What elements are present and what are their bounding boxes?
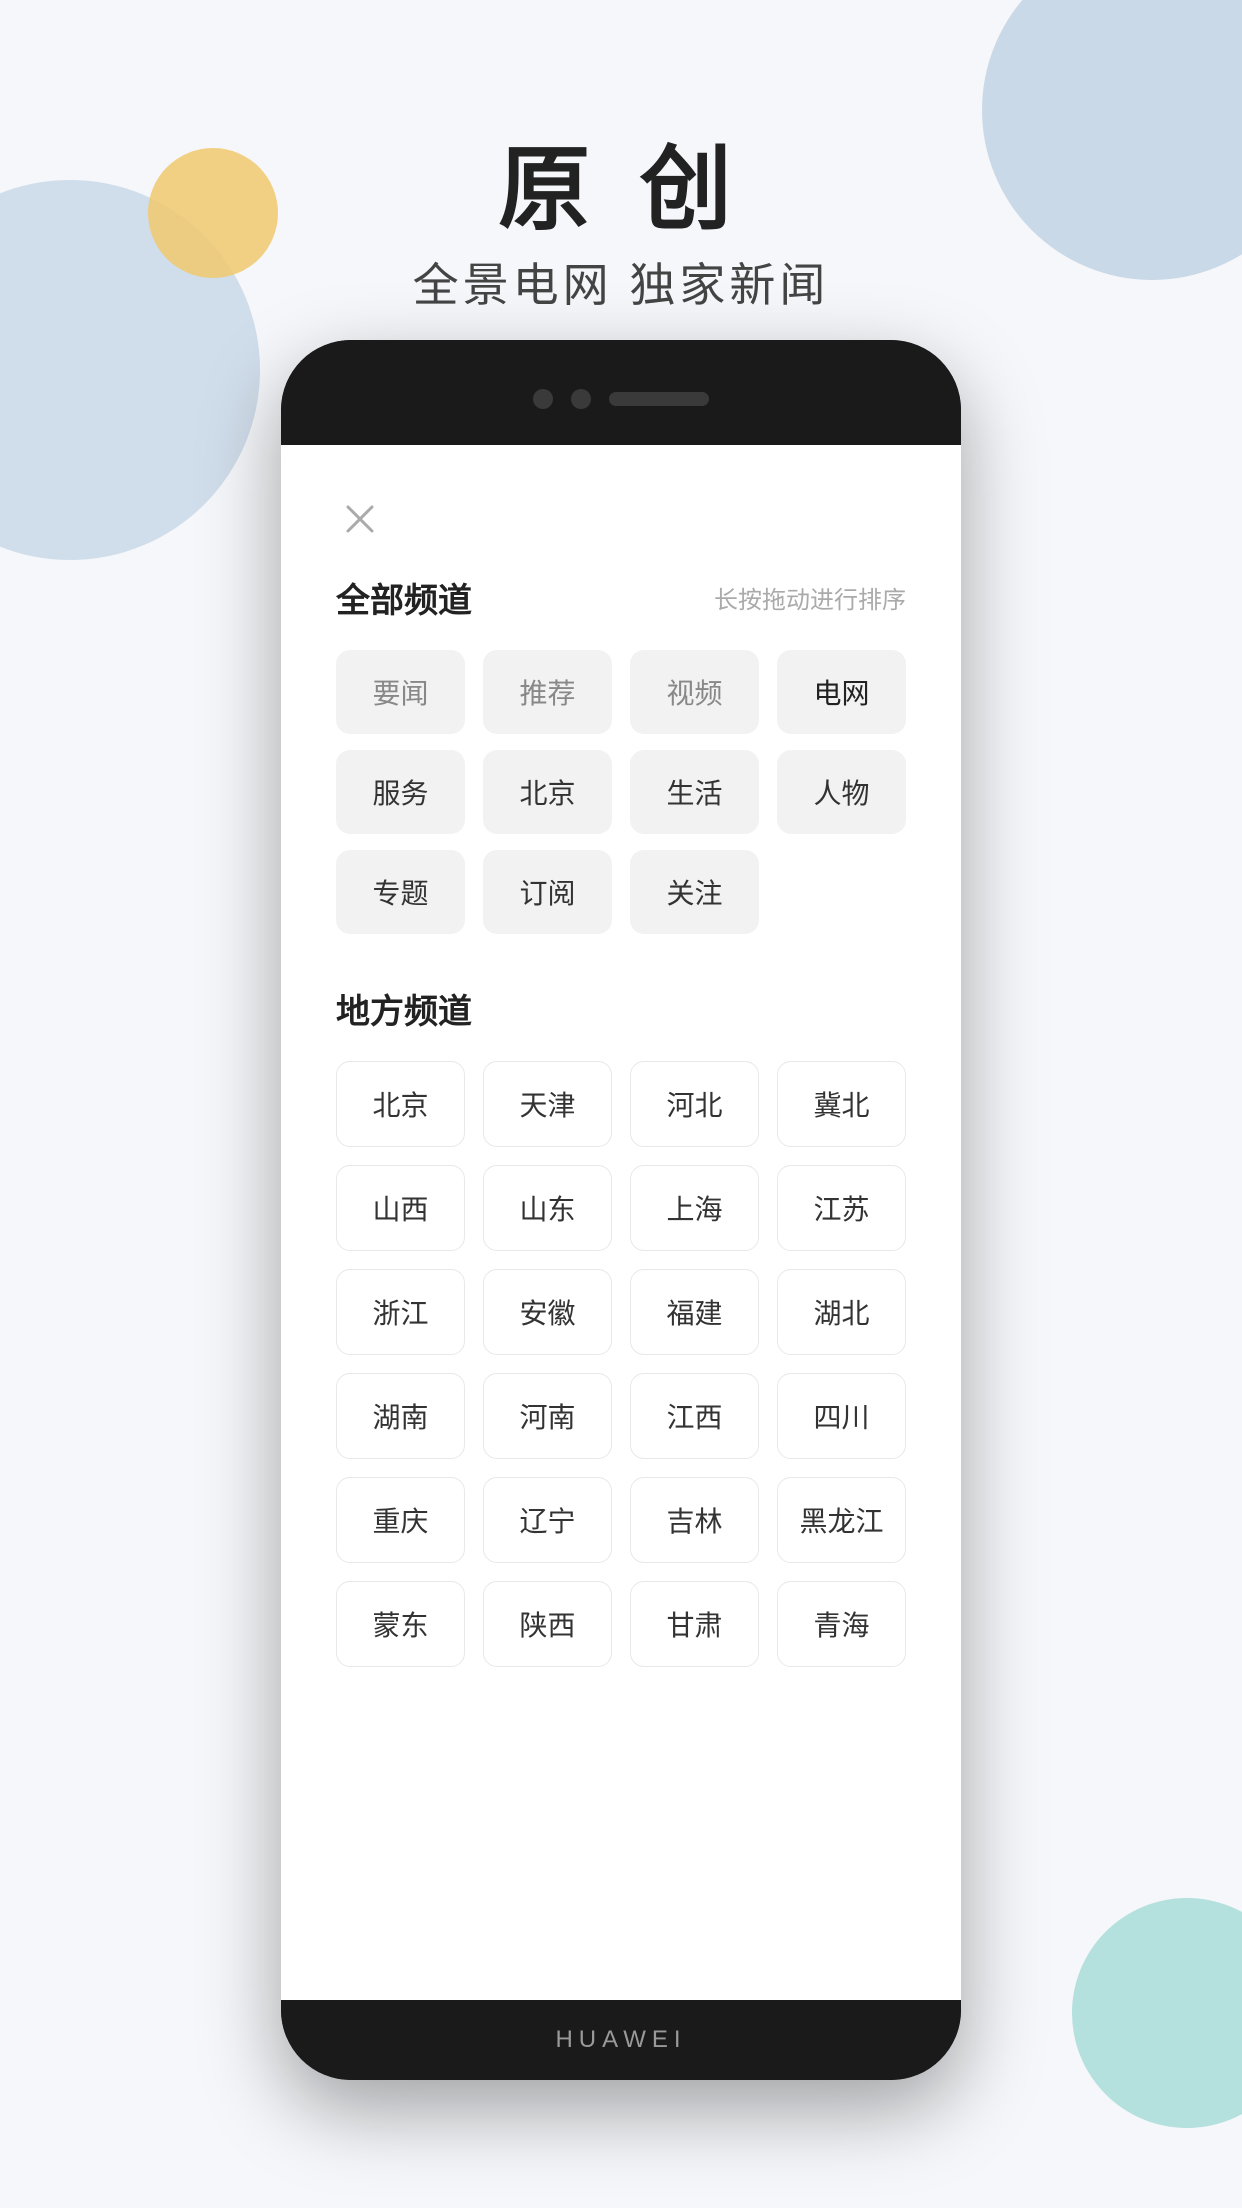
local-btn-henan[interactable]: 河南 <box>483 1373 612 1459</box>
phone-camera <box>533 389 553 409</box>
phone-speaker <box>609 392 709 406</box>
local-btn-shandong[interactable]: 山东 <box>483 1165 612 1251</box>
title-area: 原 创 全景电网 独家新闻 <box>0 140 1242 315</box>
local-btn-shaanxi[interactable]: 陕西 <box>483 1581 612 1667</box>
close-icon <box>342 501 378 537</box>
channel-btn-renwu[interactable]: 人物 <box>777 750 906 834</box>
local-btn-beijing[interactable]: 北京 <box>336 1061 465 1147</box>
all-channels-hint: 长按拖动进行排序 <box>714 580 906 615</box>
local-btn-heilongjiang[interactable]: 黑龙江 <box>777 1477 906 1563</box>
phone-top-bar <box>281 340 961 445</box>
local-channels-title: 地方频道 <box>336 984 472 1033</box>
local-btn-fujian[interactable]: 福建 <box>630 1269 759 1355</box>
channel-btn-guanzhu[interactable]: 关注 <box>630 850 759 934</box>
local-btn-qinghai[interactable]: 青海 <box>777 1581 906 1667</box>
channel-btn-yawen[interactable]: 要闻 <box>336 650 465 734</box>
local-btn-hunan[interactable]: 湖南 <box>336 1373 465 1459</box>
all-channels-row-3: 专题 订阅 关注 <box>336 850 906 934</box>
phone-sensor <box>571 389 591 409</box>
channel-btn-fuwu[interactable]: 服务 <box>336 750 465 834</box>
all-channels-header: 全部频道 长按拖动进行排序 <box>336 573 906 622</box>
local-btn-jibei[interactable]: 冀北 <box>777 1061 906 1147</box>
local-channels-grid: 北京 天津 河北 冀北 山西 山东 上海 江苏 浙江 安徽 福建 湖北 湖南 <box>336 1061 906 1667</box>
local-btn-shanxi[interactable]: 山西 <box>336 1165 465 1251</box>
local-btn-shanghai[interactable]: 上海 <box>630 1165 759 1251</box>
channel-btn-beijing[interactable]: 北京 <box>483 750 612 834</box>
local-btn-jiangxi[interactable]: 江西 <box>630 1373 759 1459</box>
all-channels-row-1: 要闻 推荐 视频 电网 <box>336 650 906 734</box>
page-title: 原 创 <box>0 140 1242 241</box>
local-btn-chongqing[interactable]: 重庆 <box>336 1477 465 1563</box>
channel-btn-shipin[interactable]: 视频 <box>630 650 759 734</box>
local-btn-jiangsu[interactable]: 江苏 <box>777 1165 906 1251</box>
brand-logo: HUAWEI <box>555 2026 686 2054</box>
local-btn-zhejiang[interactable]: 浙江 <box>336 1269 465 1355</box>
decorative-circle-teal <box>1072 1898 1242 2128</box>
local-channels-header: 地方频道 <box>336 984 906 1033</box>
channel-btn-dianwang[interactable]: 电网 <box>777 650 906 734</box>
channel-btn-shenghuo[interactable]: 生活 <box>630 750 759 834</box>
channel-btn-dingyue[interactable]: 订阅 <box>483 850 612 934</box>
channel-btn-zhuanti[interactable]: 专题 <box>336 850 465 934</box>
all-channels-title: 全部频道 <box>336 573 472 622</box>
local-btn-gansu[interactable]: 甘肃 <box>630 1581 759 1667</box>
local-btn-mengdong[interactable]: 蒙东 <box>336 1581 465 1667</box>
all-channels-row-2: 服务 北京 生活 人物 <box>336 750 906 834</box>
channel-btn-tuijian[interactable]: 推荐 <box>483 650 612 734</box>
local-btn-sichuan[interactable]: 四川 <box>777 1373 906 1459</box>
local-btn-jilin[interactable]: 吉林 <box>630 1477 759 1563</box>
page-subtitle: 全景电网 独家新闻 <box>0 249 1242 315</box>
phone-bottom-bar: HUAWEI <box>281 2000 961 2080</box>
close-button[interactable] <box>336 495 384 543</box>
phone-screen: 全部频道 长按拖动进行排序 要闻 推荐 视频 电网 服务 北京 生活 人物 专题… <box>281 445 961 2000</box>
local-btn-liaoning[interactable]: 辽宁 <box>483 1477 612 1563</box>
local-channels-section: 地方频道 北京 天津 河北 冀北 山西 山东 上海 江苏 浙江 安徽 <box>336 984 906 1667</box>
local-btn-hubei[interactable]: 湖北 <box>777 1269 906 1355</box>
screen-content: 全部频道 长按拖动进行排序 要闻 推荐 视频 电网 服务 北京 生活 人物 专题… <box>281 445 961 1707</box>
local-btn-tianjin[interactable]: 天津 <box>483 1061 612 1147</box>
local-btn-hebei[interactable]: 河北 <box>630 1061 759 1147</box>
local-btn-anhui[interactable]: 安徽 <box>483 1269 612 1355</box>
phone-mockup: 全部频道 长按拖动进行排序 要闻 推荐 视频 电网 服务 北京 生活 人物 专题… <box>281 340 961 2080</box>
